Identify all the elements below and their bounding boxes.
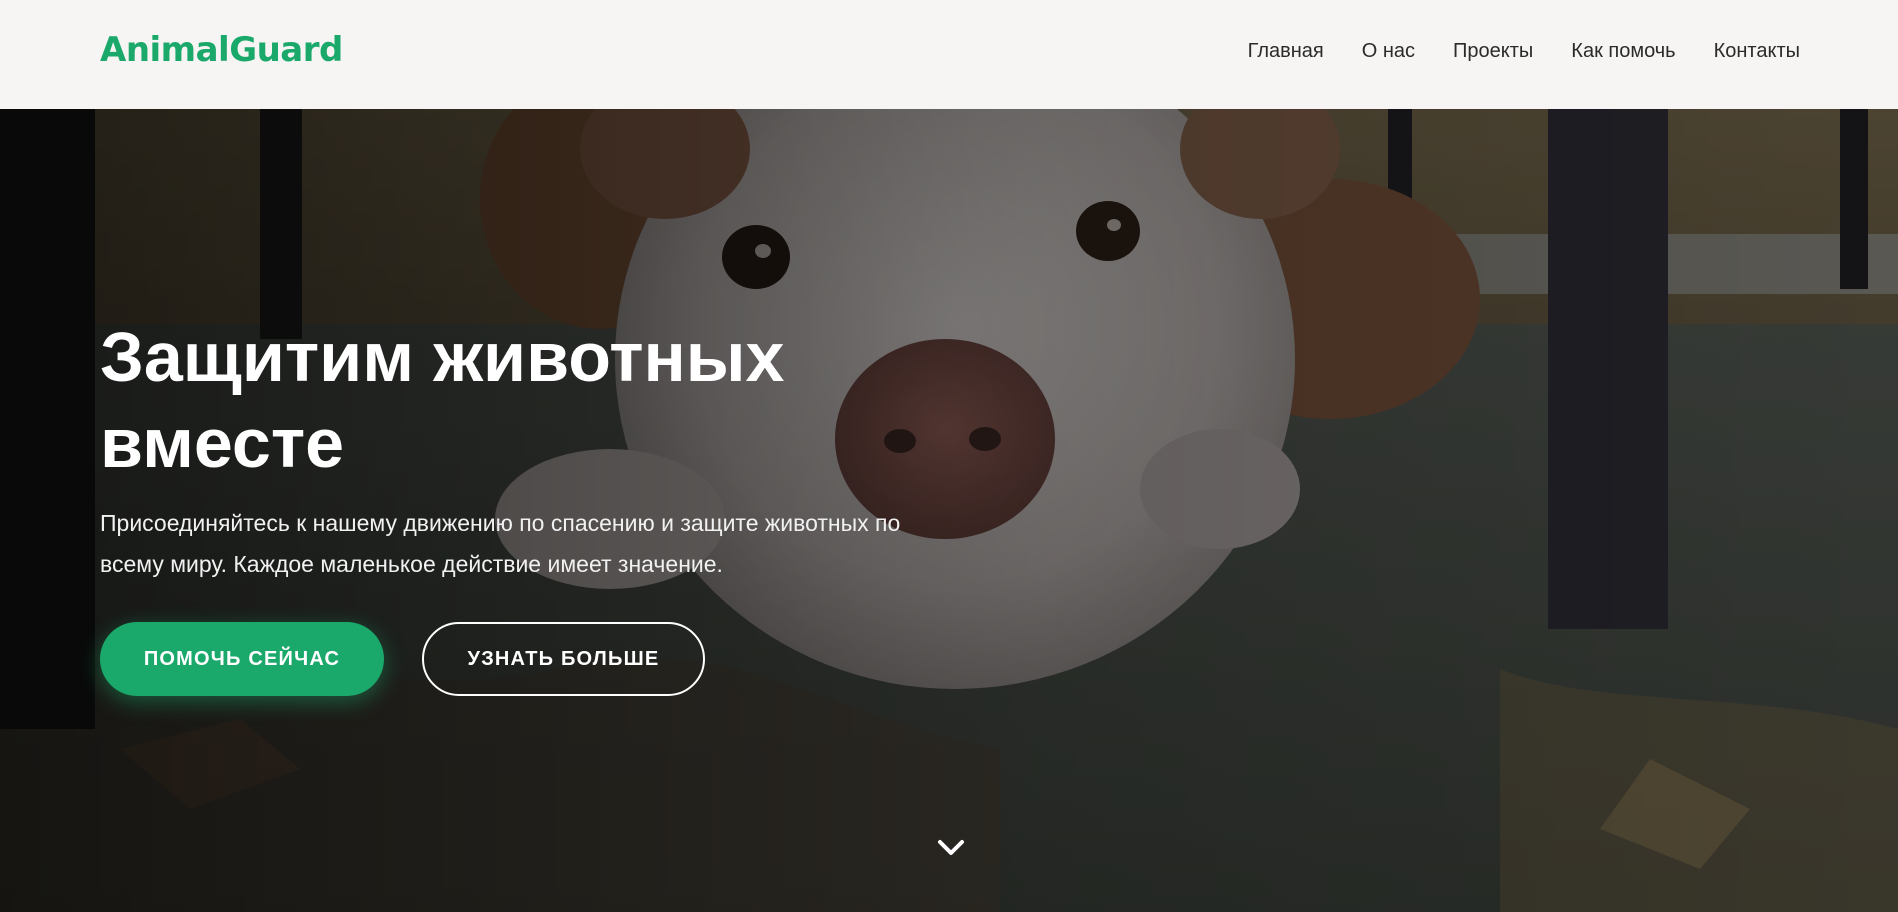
nav-item-how-to-help[interactable]: Как помочь	[1571, 40, 1675, 63]
hero-subtitle: Присоединяйтесь к нашему движению по спа…	[100, 510, 901, 577]
learn-more-button[interactable]: УЗНАТЬ БОЛЬШЕ	[422, 622, 705, 696]
help-now-button[interactable]: ПОМОЧЬ СЕЙЧАС	[100, 622, 384, 696]
main-nav: Главная О нас Проекты Как помочь Контакт…	[1248, 40, 1800, 63]
hero-title: Защитим животных вместе	[100, 318, 785, 482]
nav-item-home[interactable]: Главная	[1248, 40, 1324, 63]
chevron-down-icon[interactable]	[936, 836, 966, 858]
site-header: AnimalGuard Главная О нас Проекты Как по…	[0, 0, 1898, 109]
nav-item-contacts[interactable]: Контакты	[1714, 40, 1800, 63]
nav-item-projects[interactable]: Проекты	[1453, 40, 1533, 63]
page: AnimalGuard Главная О нас Проекты Как по…	[0, 0, 1898, 912]
hero-section: Защитим животных вместе Присоединяйтесь …	[0, 109, 1898, 912]
nav-item-about[interactable]: О нас	[1362, 40, 1415, 63]
site-logo[interactable]: AnimalGuard	[100, 30, 343, 70]
